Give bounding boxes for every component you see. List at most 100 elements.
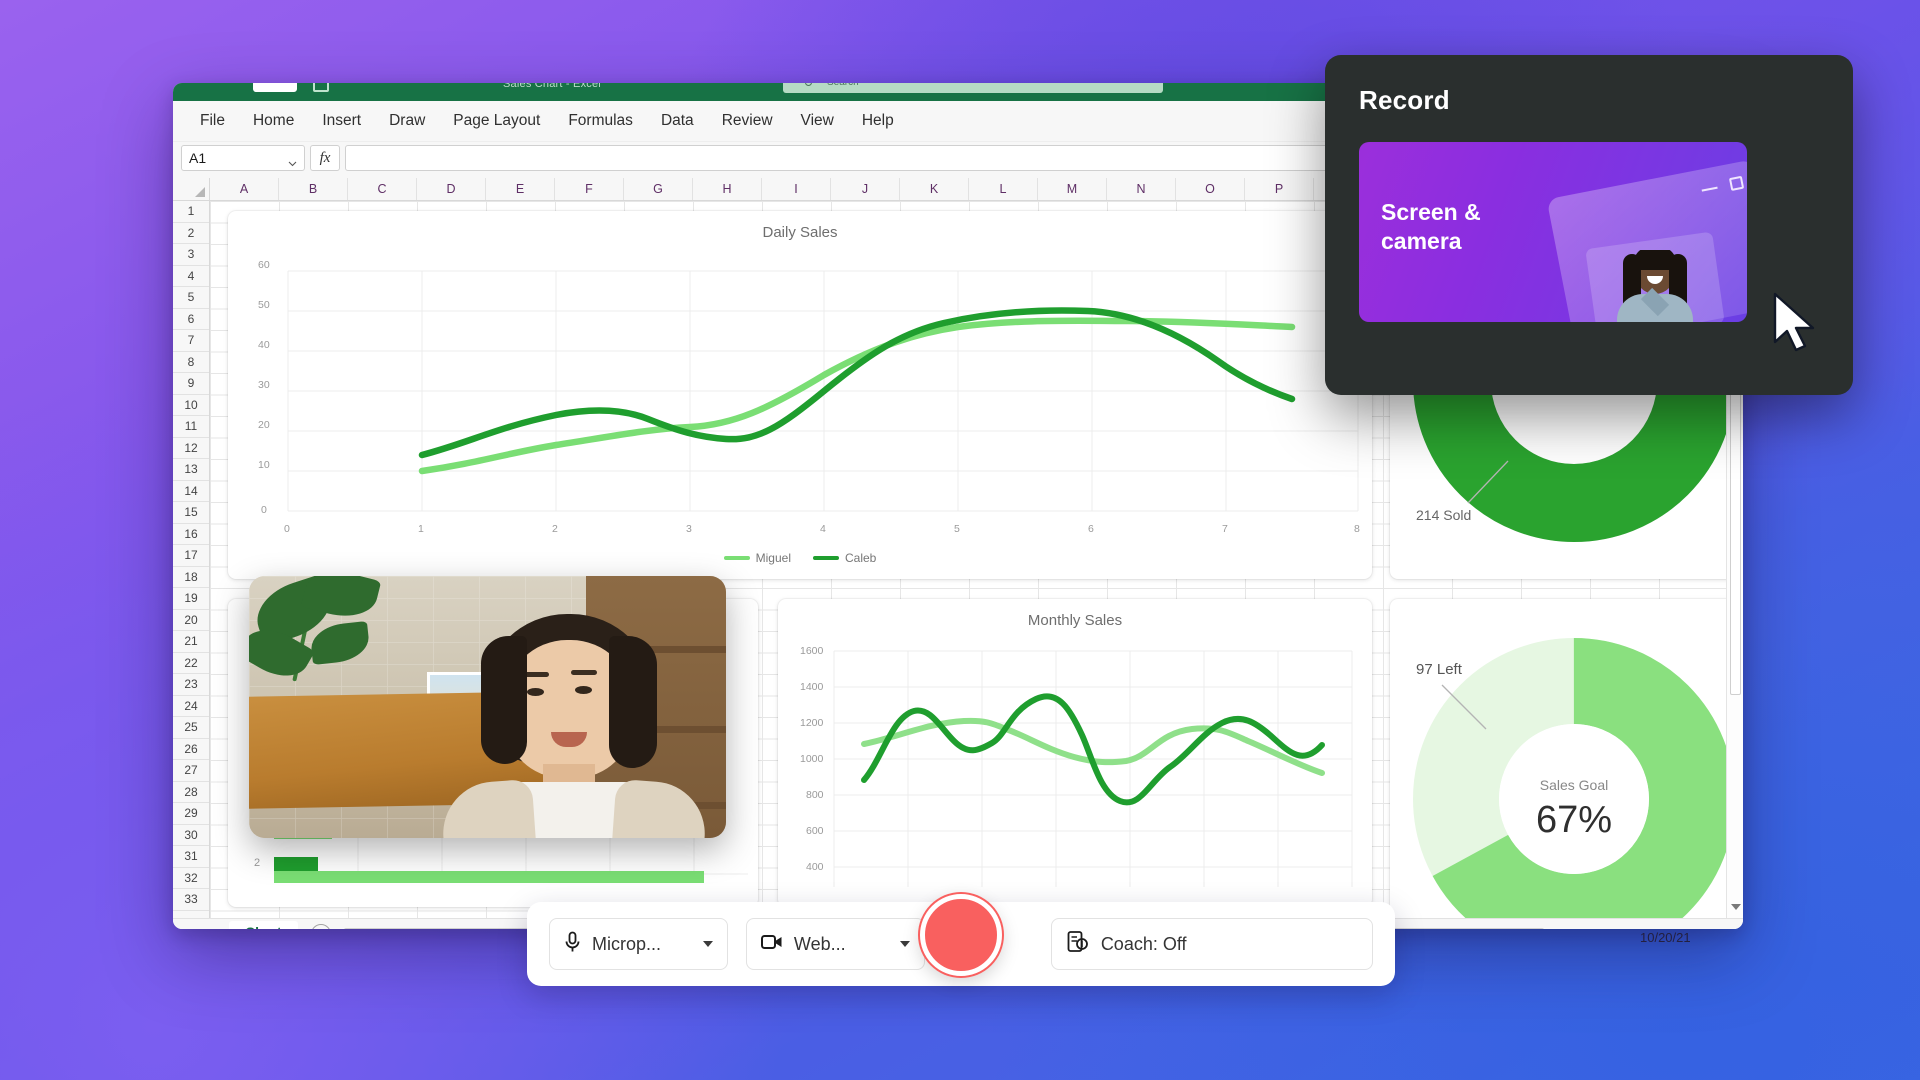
legend-swatch-icon: [723, 556, 750, 560]
row-header[interactable]: 22: [173, 652, 209, 674]
y-tick: 400: [806, 861, 824, 873]
donut-sold-callout: 214 Sold: [1416, 507, 1472, 523]
ribbon-tab-view[interactable]: View: [788, 107, 847, 135]
search-input[interactable]: Search: [783, 83, 1163, 93]
window-title: Sales Chart - Excel: [503, 83, 601, 90]
row-header[interactable]: 32: [173, 867, 209, 889]
row-header[interactable]: 21: [173, 631, 209, 653]
row-header[interactable]: 11: [173, 416, 209, 438]
row-header[interactable]: 17: [173, 545, 209, 567]
column-header[interactable]: P: [1245, 178, 1314, 200]
row-header[interactable]: 26: [173, 738, 209, 760]
row-header[interactable]: 10: [173, 394, 209, 416]
ribbon-tab-draw[interactable]: Draw: [376, 107, 438, 135]
column-header[interactable]: K: [900, 178, 969, 200]
column-header[interactable]: G: [624, 178, 693, 200]
row-header[interactable]: 15: [173, 502, 209, 524]
column-header[interactable]: H: [693, 178, 762, 200]
row-header[interactable]: 1: [173, 201, 209, 223]
column-header[interactable]: F: [555, 178, 624, 200]
sheet-prev-icon[interactable]: ◀: [179, 927, 201, 929]
row-header[interactable]: 7: [173, 330, 209, 352]
row-header[interactable]: 5: [173, 287, 209, 309]
column-header[interactable]: C: [348, 178, 417, 200]
row-header[interactable]: 20: [173, 609, 209, 631]
column-header[interactable]: M: [1038, 178, 1107, 200]
row-header[interactable]: 8: [173, 351, 209, 373]
save-icon[interactable]: [313, 83, 329, 92]
y-tick: 1400: [800, 681, 824, 693]
y-tick: 0: [261, 504, 267, 516]
microphone-icon: [564, 931, 581, 958]
add-sheet-button[interactable]: +: [310, 923, 331, 929]
column-header[interactable]: E: [486, 178, 555, 200]
camera-selector[interactable]: Web...: [745, 918, 925, 970]
column-header[interactable]: O: [1176, 178, 1245, 200]
row-header[interactable]: 3: [173, 244, 209, 266]
camera-person-illustration: [1611, 250, 1697, 322]
row-header[interactable]: 2: [173, 222, 209, 244]
row-header[interactable]: 16: [173, 523, 209, 545]
scroll-down-icon[interactable]: [1730, 902, 1741, 913]
sheet-tab-chart[interactable]: Chart: [229, 920, 298, 929]
y-tick: 30: [258, 379, 270, 391]
recording-toolbar[interactable]: Microp... Web... Coach: Off: [527, 894, 1395, 986]
record-button[interactable]: [920, 894, 1002, 976]
ribbon-tab-file[interactable]: File: [187, 107, 238, 135]
row-header[interactable]: 14: [173, 480, 209, 502]
ribbon-tab-home[interactable]: Home: [240, 107, 307, 135]
record-option-screen-and-camera[interactable]: Screen & camera: [1359, 142, 1747, 322]
coach-toggle[interactable]: Coach: Off: [1050, 918, 1373, 970]
row-header[interactable]: 28: [173, 781, 209, 803]
x-tick: 1: [418, 523, 424, 535]
column-header[interactable]: L: [969, 178, 1038, 200]
row-header[interactable]: 4: [173, 265, 209, 287]
ribbon-tab-review[interactable]: Review: [709, 107, 786, 135]
name-box[interactable]: A1: [181, 145, 305, 171]
row-header[interactable]: 24: [173, 695, 209, 717]
microphone-selector[interactable]: Microp...: [549, 918, 728, 970]
search-icon: [805, 83, 812, 86]
column-header[interactable]: I: [762, 178, 831, 200]
ribbon-tab-page-layout[interactable]: Page Layout: [440, 107, 553, 135]
window-tab-nub: [253, 83, 297, 92]
y-tick: 10: [258, 459, 270, 471]
column-header[interactable]: J: [831, 178, 900, 200]
sheet-next-icon[interactable]: ▶: [204, 927, 226, 929]
row-header[interactable]: 30: [173, 824, 209, 846]
row-header[interactable]: 25: [173, 717, 209, 739]
ribbon-tab-formulas[interactable]: Formulas: [555, 107, 646, 135]
row-header[interactable]: 27: [173, 760, 209, 782]
row-header[interactable]: 31: [173, 846, 209, 868]
row-header[interactable]: 33: [173, 889, 209, 911]
column-header[interactable]: A: [210, 178, 279, 200]
chart-card-donut-goal[interactable]: 97 Left Sales Goal 67%: [1390, 599, 1743, 918]
ribbon-tab-data[interactable]: Data: [648, 107, 707, 135]
chart-card-daily-sales[interactable]: Daily Sales 60 50 40 30 20 10 0 0 1 2 3 …: [228, 211, 1372, 579]
chevron-down-icon[interactable]: [288, 154, 297, 170]
webcam-overlay[interactable]: [249, 576, 726, 838]
row-header[interactable]: 12: [173, 437, 209, 459]
row-header[interactable]: 19: [173, 588, 209, 610]
row-header[interactable]: 18: [173, 566, 209, 588]
row-header[interactable]: 23: [173, 674, 209, 696]
column-header[interactable]: N: [1107, 178, 1176, 200]
column-header[interactable]: D: [417, 178, 486, 200]
y-tick: 20: [258, 419, 270, 431]
insert-function-icon[interactable]: fx: [310, 145, 340, 171]
row-header[interactable]: 13: [173, 459, 209, 481]
chevron-down-icon[interactable]: [702, 941, 713, 947]
row-header[interactable]: 29: [173, 803, 209, 825]
row-header[interactable]: 9: [173, 373, 209, 395]
ribbon-tab-help[interactable]: Help: [849, 107, 907, 135]
select-all-corner[interactable]: [173, 178, 210, 200]
chevron-down-icon[interactable]: [899, 941, 910, 947]
column-header[interactable]: B: [279, 178, 348, 200]
chart-legend-daily-sales: Miguel Caleb: [228, 551, 1372, 565]
hscroll-right-icon[interactable]: [1727, 928, 1743, 929]
y-tick: 50: [258, 299, 270, 311]
row-header[interactable]: 6: [173, 308, 209, 330]
legend-item-miguel: Miguel: [723, 551, 791, 565]
ribbon-tab-insert[interactable]: Insert: [309, 107, 374, 135]
chart-card-monthly-sales[interactable]: Monthly Sales 1600 1400 1200 1000 800 60…: [778, 599, 1372, 907]
